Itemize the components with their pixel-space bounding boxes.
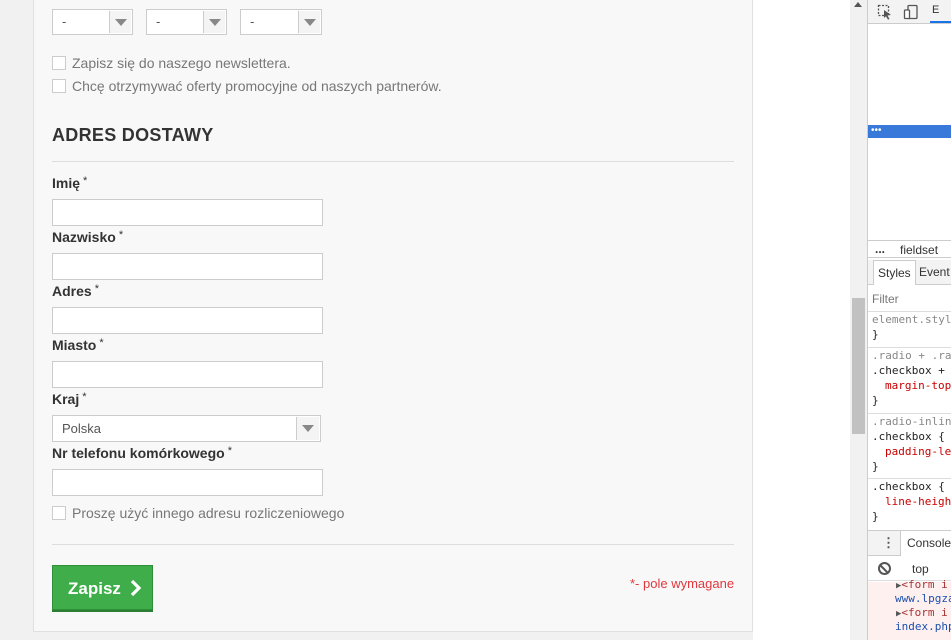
city-label: Miasto *	[52, 337, 104, 353]
country-select[interactable]: Polska	[52, 415, 321, 442]
active-tab-indicator	[930, 21, 951, 23]
first-name-input[interactable]	[52, 199, 323, 226]
birth-month-select[interactable]: -	[146, 9, 227, 35]
mobile-phone-input[interactable]	[52, 469, 323, 496]
style-rule[interactable]: element.style { }	[868, 311, 951, 342]
scroll-up-arrow-icon[interactable]	[854, 2, 862, 7]
address-input[interactable]	[52, 307, 323, 334]
birth-year-value: -	[250, 14, 255, 29]
save-button[interactable]: Zapisz	[52, 565, 153, 610]
web-page: - - - Zapisz się do naszego newslettera.…	[0, 0, 867, 640]
last-name-input[interactable]	[52, 253, 323, 280]
console-context-select[interactable]: top	[912, 562, 929, 576]
tab-styles[interactable]: Styles	[873, 260, 916, 285]
partner-offers-label: Chcę otrzymywać oferty promocyjne od nas…	[72, 78, 442, 94]
tab-elements[interactable]: E	[932, 4, 939, 16]
partner-offers-checkbox[interactable]	[52, 79, 66, 93]
console-line[interactable]: ▶<form i	[896, 578, 948, 592]
first-name-label: Imię *	[52, 175, 88, 191]
page-margin-right	[753, 0, 850, 640]
styles-filter-input[interactable]: Filter	[872, 292, 899, 306]
mobile-phone-label: Nr telefonu komórkowego *	[52, 445, 232, 461]
dom-breadcrumb: ... fieldset	[868, 240, 951, 258]
save-button-label: Zapisz	[68, 579, 121, 598]
tab-console[interactable]: Console	[900, 531, 951, 556]
devtools-toolbar: E	[868, 0, 951, 24]
style-rule[interactable]: .radio-inlin .checkbox { padding-le }	[868, 413, 951, 474]
section-divider	[52, 161, 734, 162]
required-fields-note: *- pole wymagane	[630, 576, 735, 591]
breadcrumb-overflow[interactable]: ...	[875, 242, 885, 256]
newsletter-label: Zapisz się do naszego newslettera.	[72, 55, 291, 71]
country-value: Polska	[62, 421, 102, 436]
other-billing-address-label: Proszę użyć innego adresu rozliczenioweg…	[72, 505, 345, 521]
console-output: ▶<form i www.lpgza ▶<form i index.php	[868, 578, 951, 640]
birth-month-value: -	[156, 14, 161, 29]
selected-dom-node[interactable]: •••	[868, 125, 951, 138]
chevron-down-icon	[109, 11, 131, 33]
style-rules: element.style { } .radio + .ra .checkbox…	[868, 311, 951, 528]
console-line[interactable]: ▶<form i	[896, 606, 948, 620]
newsletter-checkbox[interactable]	[52, 56, 66, 70]
address-label: Adres *	[52, 283, 99, 299]
scrollbar-thumb[interactable]	[852, 298, 865, 434]
section-title: ADRES DOSTAWY	[52, 125, 214, 145]
console-drawer-bar: ⋮ Console	[868, 530, 951, 556]
other-billing-address-checkbox[interactable]	[52, 506, 66, 520]
birth-day-value: -	[62, 14, 67, 29]
birth-day-select[interactable]: -	[52, 9, 133, 35]
devtools-panel: E ••• ... fieldset Styles Event Filter e…	[867, 0, 951, 640]
birth-year-select[interactable]: -	[240, 9, 322, 35]
page-scrollbar[interactable]	[850, 0, 867, 640]
style-rule[interactable]: .checkbox { line-heigh }	[868, 478, 951, 524]
console-link[interactable]: index.php	[895, 620, 951, 634]
console-link[interactable]: www.lpgza	[895, 592, 951, 606]
device-toolbar-icon[interactable]	[903, 4, 919, 20]
last-name-label: Nazwisko *	[52, 229, 124, 245]
chevron-down-icon	[296, 417, 319, 440]
inspect-element-icon[interactable]	[877, 4, 893, 20]
breadcrumb-item[interactable]: fieldset	[900, 243, 938, 257]
styles-subtabs: Styles Event	[868, 260, 951, 285]
more-options-icon[interactable]: ⋮	[882, 535, 895, 551]
clear-console-icon[interactable]	[878, 562, 891, 575]
page-margin-left	[0, 0, 18, 640]
city-input[interactable]	[52, 361, 323, 388]
chevron-down-icon	[203, 11, 225, 33]
chevron-down-icon	[298, 11, 320, 33]
footer-divider	[52, 544, 734, 545]
tab-event-listeners[interactable]: Event	[915, 260, 951, 285]
style-rule[interactable]: .radio + .ra .checkbox + margin-top }	[868, 347, 951, 408]
country-label: Kraj *	[52, 391, 87, 407]
chevron-right-icon	[130, 580, 142, 596]
